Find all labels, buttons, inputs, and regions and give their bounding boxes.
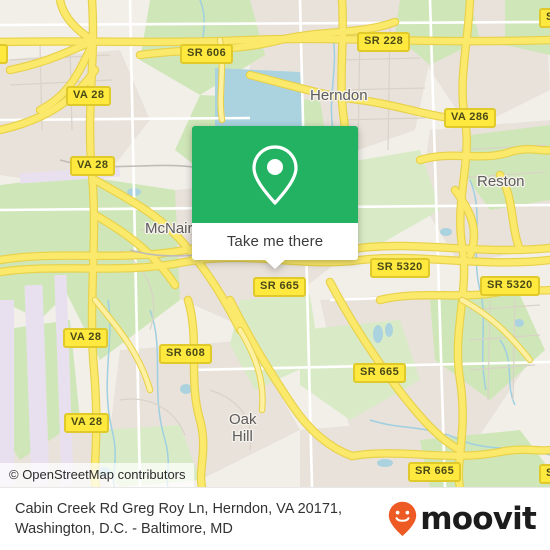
- moovit-smiley-pin-icon: [389, 501, 417, 536]
- map-place-label: Reston: [477, 173, 525, 190]
- take-me-there-popup[interactable]: Take me there: [192, 126, 358, 269]
- road-shield: SR 228: [357, 32, 411, 52]
- popup-action-bar[interactable]: Take me there: [192, 223, 358, 269]
- moovit-map-screen: .land { fill:#f2efe9; } .resid { fill:#e…: [0, 0, 550, 550]
- footer-bar: Cabin Creek Rd Greg Roy Ln, Herndon, VA …: [0, 487, 550, 550]
- popup-icon-area: [192, 126, 358, 223]
- road-shield-clipped: S: [539, 8, 550, 28]
- road-shield: SR 606: [180, 44, 234, 64]
- road-shield-clipped: S: [0, 44, 8, 64]
- road-shield: SR 665: [353, 363, 407, 383]
- address-text: Cabin Creek Rd Greg Roy Ln, Herndon, VA …: [15, 499, 342, 539]
- road-shield: VA 28: [70, 156, 116, 176]
- road-shield: VA 28: [66, 86, 112, 106]
- road-shield: SR 5320: [370, 258, 430, 278]
- map-canvas[interactable]: .land { fill:#f2efe9; } .resid { fill:#e…: [0, 0, 550, 487]
- road-shield: SR 608: [159, 344, 213, 364]
- address-line-1: Cabin Creek Rd Greg Roy Ln, Herndon, VA …: [15, 501, 342, 517]
- map-place-label: Oak: [229, 411, 257, 428]
- road-shield-clipped: S: [539, 464, 550, 484]
- road-shield: VA 28: [63, 328, 109, 348]
- moovit-brand[interactable]: moovit: [388, 500, 537, 537]
- map-place-label: McNair: [145, 220, 193, 237]
- map-place-label: Herndon: [310, 87, 368, 104]
- location-pin-icon: [252, 144, 298, 205]
- road-shield: VA 28: [64, 413, 110, 433]
- road-shield: VA 286: [444, 108, 496, 128]
- popup-pointer: [264, 259, 286, 269]
- road-shield: SR 5320: [480, 276, 540, 296]
- map-place-label: Hill: [232, 428, 253, 445]
- road-shield: SR 665: [408, 462, 462, 482]
- address-line-2: Washington, D.C. - Baltimore, MD: [15, 521, 233, 537]
- take-me-there-label: Take me there: [226, 233, 324, 250]
- moovit-wordmark: moovit: [420, 500, 537, 537]
- osm-attribution[interactable]: © OpenStreetMap contributors: [0, 463, 194, 487]
- road-shield: SR 665: [253, 277, 307, 297]
